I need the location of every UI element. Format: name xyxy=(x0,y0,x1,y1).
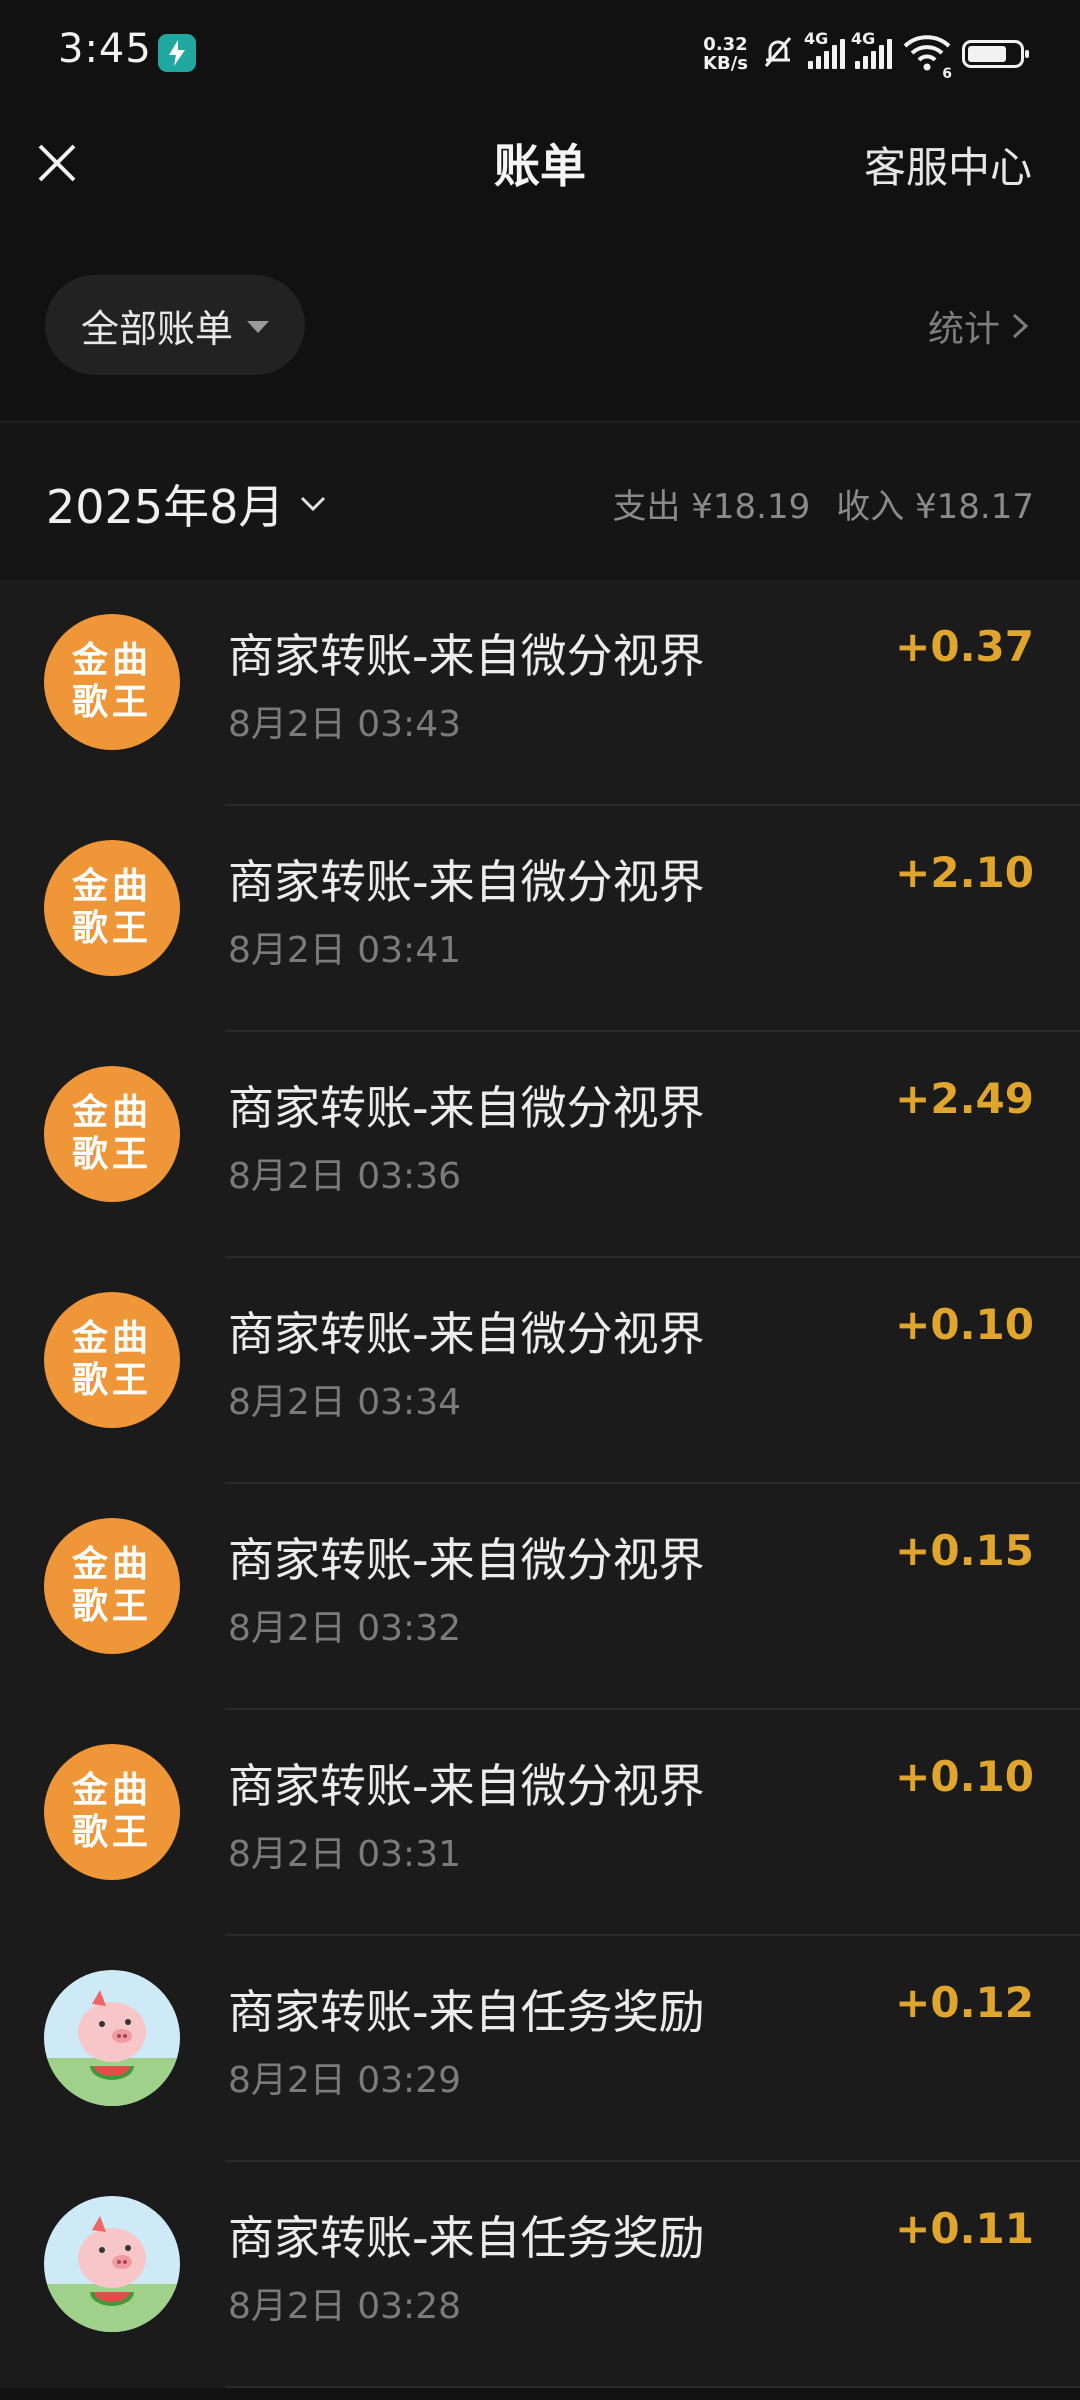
transaction-title: 商家转账-来自微分视界 xyxy=(228,1307,705,1361)
transaction-time: 8月2日 03:28 xyxy=(228,2286,461,2327)
merchant-avatar: 金曲 歌王 xyxy=(44,1292,180,1428)
cellular-signal-1-icon: 4G xyxy=(804,29,845,69)
month-label: 2025年8月 xyxy=(46,480,285,534)
header: 账单 客服中心 xyxy=(0,100,1080,225)
avatar-text-line-1: 金曲 xyxy=(71,1318,152,1359)
transaction-row[interactable]: 金曲 歌王 商家转账-来自微分视界 8月2日 03:34 +0.10 xyxy=(0,1258,1080,1484)
month-summary: 支出 ¥18.19 收入 ¥18.17 xyxy=(612,479,1034,528)
avatar-text-line-2: 歌王 xyxy=(71,1586,152,1627)
transaction-amount: +0.10 xyxy=(895,1752,1034,1801)
merchant-avatar: 金曲 歌王 xyxy=(44,614,180,750)
transaction-amount: +0.37 xyxy=(895,622,1034,671)
battery-icon xyxy=(962,40,1029,68)
transaction-row[interactable]: 商家转账-来自任务奖励 8月2日 03:28 +0.11 xyxy=(0,2162,1080,2388)
transaction-title: 商家转账-来自微分视界 xyxy=(228,855,705,909)
bill-type-dropdown[interactable]: 全部账单 xyxy=(45,275,305,375)
avatar-text-line-1: 金曲 xyxy=(71,1770,152,1811)
status-bar: 3:45 0.32 KB/s 4G 4G 6 xyxy=(0,0,1080,100)
stats-label: 统计 xyxy=(927,309,1000,350)
status-indicators: 0.32 KB/s 4G 4G 6 xyxy=(703,29,1029,82)
transaction-time: 8月2日 03:31 xyxy=(228,1834,461,1875)
month-header: 2025年8月 支出 ¥18.19 收入 ¥18.17 xyxy=(0,423,1080,580)
mute-bell-icon xyxy=(758,32,798,76)
transaction-amount: +0.10 xyxy=(895,1300,1034,1349)
merchant-avatar: 金曲 歌王 xyxy=(44,1518,180,1654)
pig-watermelon-icon xyxy=(44,1970,180,2106)
transaction-amount: +2.10 xyxy=(895,848,1034,897)
transaction-time: 8月2日 03:29 xyxy=(228,2060,461,2101)
expense-total: 支出 ¥18.19 xyxy=(612,487,811,527)
avatar-text-line-1: 金曲 xyxy=(71,640,152,681)
avatar-text-line-1: 金曲 xyxy=(71,1092,152,1133)
caret-down-icon xyxy=(247,321,269,333)
cellular-signal-2-icon: 4G xyxy=(851,29,892,69)
transaction-title: 商家转账-来自任务奖励 xyxy=(228,2211,705,2265)
chevron-right-icon xyxy=(1012,313,1029,339)
status-time: 3:45 xyxy=(58,26,152,72)
network-speed-value: 0.32 xyxy=(703,34,748,55)
transaction-title: 商家转账-来自微分视界 xyxy=(228,1759,705,1813)
merchant-avatar: 金曲 歌王 xyxy=(44,1744,180,1880)
pig-watermelon-icon xyxy=(44,2196,180,2332)
transaction-time: 8月2日 03:41 xyxy=(228,930,461,971)
transaction-row[interactable]: 金曲 歌王 商家转账-来自微分视界 8月2日 03:41 +2.10 xyxy=(0,806,1080,1032)
income-total: 收入 ¥18.17 xyxy=(836,487,1034,527)
network-type-2: 4G xyxy=(851,29,876,48)
customer-service-link[interactable]: 客服中心 xyxy=(864,134,1032,195)
avatar-text-line-2: 歌王 xyxy=(71,1134,152,1175)
transaction-time: 8月2日 03:43 xyxy=(228,704,461,745)
wifi-standard: 6 xyxy=(942,66,952,82)
avatar-text-line-2: 歌王 xyxy=(71,1360,152,1401)
app-notification-icon xyxy=(158,34,196,72)
transaction-amount: +0.12 xyxy=(895,1978,1034,2027)
transaction-time: 8月2日 03:32 xyxy=(228,1608,461,1649)
transaction-title: 商家转账-来自任务奖励 xyxy=(228,1985,705,2039)
transaction-list: 金曲 歌王 商家转账-来自微分视界 8月2日 03:43 +0.37 金曲 歌王 商家转账-来… xyxy=(0,580,1080,2388)
wifi-icon: 6 xyxy=(902,32,952,82)
transaction-time: 8月2日 03:36 xyxy=(228,1156,461,1197)
stats-link[interactable]: 统计 xyxy=(928,300,1030,352)
merchant-avatar: 金曲 歌王 xyxy=(44,1066,180,1202)
transaction-title: 商家转账-来自微分视界 xyxy=(228,629,705,683)
network-speed: 0.32 KB/s xyxy=(703,35,748,73)
row-divider xyxy=(226,2386,1080,2388)
transaction-row[interactable]: 金曲 歌王 商家转账-来自微分视界 8月2日 03:36 +2.49 xyxy=(0,1032,1080,1258)
transaction-title: 商家转账-来自微分视界 xyxy=(228,1533,705,1587)
transaction-row[interactable]: 金曲 歌王 商家转账-来自微分视界 8月2日 03:32 +0.15 xyxy=(0,1484,1080,1710)
avatar-text-line-2: 歌王 xyxy=(71,682,152,723)
avatar-text-line-2: 歌王 xyxy=(71,1812,152,1853)
transaction-time: 8月2日 03:34 xyxy=(228,1382,461,1423)
transaction-row[interactable]: 商家转账-来自任务奖励 8月2日 03:29 +0.12 xyxy=(0,1936,1080,2162)
bill-type-label: 全部账单 xyxy=(80,306,233,351)
network-speed-unit: KB/s xyxy=(703,53,748,74)
avatar-text-line-2: 歌王 xyxy=(71,908,152,949)
transaction-row[interactable]: 金曲 歌王 商家转账-来自微分视界 8月2日 03:43 +0.37 xyxy=(0,580,1080,806)
transaction-amount: +0.11 xyxy=(895,2204,1034,2253)
filter-row: 全部账单 统计 xyxy=(0,225,1080,423)
transaction-title: 商家转账-来自微分视界 xyxy=(228,1081,705,1135)
network-type-1: 4G xyxy=(804,29,829,48)
month-selector[interactable]: 2025年8月 xyxy=(46,471,328,537)
chevron-down-icon xyxy=(301,496,326,512)
transaction-amount: +2.49 xyxy=(895,1074,1034,1123)
transaction-row[interactable]: 金曲 歌王 商家转账-来自微分视界 8月2日 03:31 +0.10 xyxy=(0,1710,1080,1936)
avatar-text-line-1: 金曲 xyxy=(71,1544,152,1585)
merchant-avatar: 金曲 歌王 xyxy=(44,840,180,976)
transaction-amount: +0.15 xyxy=(895,1526,1034,1575)
avatar-text-line-1: 金曲 xyxy=(71,866,152,907)
